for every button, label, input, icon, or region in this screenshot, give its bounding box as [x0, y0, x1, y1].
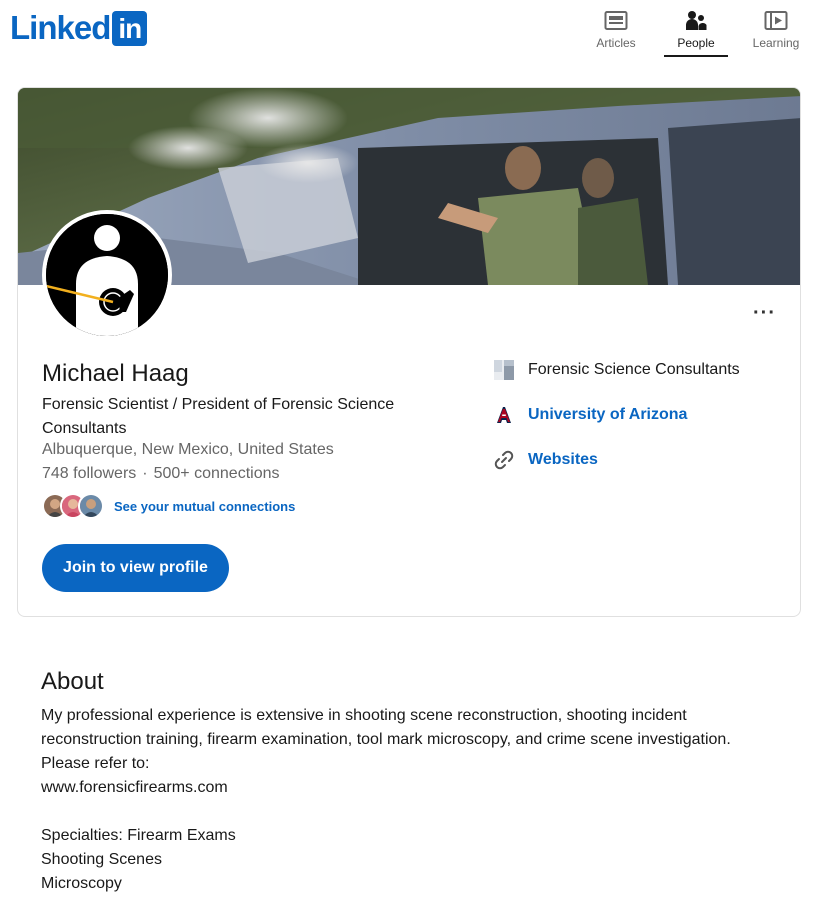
join-to-view-profile-button[interactable]: Join to view profile — [42, 544, 229, 592]
profile-side-info: Forensic Science Consultants University … — [492, 358, 740, 493]
more-options-button[interactable]: ··· — [753, 302, 776, 325]
company-logo-icon — [492, 358, 516, 382]
avatar — [78, 493, 104, 519]
avatar-target-illustration — [46, 214, 168, 336]
current-company[interactable]: Forensic Science Consultants — [492, 358, 740, 382]
logo-text: Linked — [10, 9, 111, 46]
logo-box: in — [112, 10, 148, 46]
current-company-label: Forensic Science Consultants — [528, 361, 740, 378]
nav-people-label: People — [677, 36, 715, 50]
nav-articles[interactable]: Articles — [576, 6, 656, 56]
about-heading: About — [41, 668, 104, 695]
learning-icon — [764, 11, 788, 30]
link-icon — [492, 448, 516, 472]
people-icon — [686, 11, 707, 30]
websites[interactable]: Websites — [492, 448, 740, 472]
profile-avatar[interactable] — [42, 210, 172, 340]
profile-stats: 748 followers · 500+ connections — [42, 465, 279, 483]
nav-learning-label: Learning — [752, 36, 800, 50]
mutual-connections-link[interactable]: See your mutual connections — [114, 499, 295, 514]
education-link[interactable]: University of Arizona — [528, 406, 687, 424]
websites-link[interactable]: Websites — [528, 451, 598, 469]
profile-headline: Forensic Scientist / President of Forens… — [42, 396, 395, 437]
stats-separator: · — [142, 465, 148, 482]
linkedin-logo[interactable]: Linked in — [10, 9, 148, 46]
followers-count: 748 followers — [42, 465, 137, 482]
education[interactable]: University of Arizona — [492, 403, 740, 427]
profile-card: ··· Michael Haag Forensic Scientist / Pr… — [17, 87, 801, 617]
top-nav: Articles People Learning — [576, 6, 816, 57]
university-logo-icon — [492, 403, 516, 427]
nav-articles-label: Articles — [596, 36, 636, 50]
nav-people[interactable]: People — [656, 6, 736, 57]
profile-name: Michael Haag — [42, 360, 189, 387]
articles-icon — [604, 11, 628, 30]
profile-location: Albuquerque, New Mexico, United States — [42, 441, 334, 458]
connections-count: 500+ connections — [153, 465, 280, 482]
mutual-connections[interactable]: See your mutual connections — [42, 493, 295, 519]
mutual-avatars — [42, 493, 104, 519]
about-text: My professional experience is extensive … — [41, 707, 731, 892]
top-header: Linked in Articles People Learning — [0, 0, 816, 60]
nav-learning[interactable]: Learning — [736, 6, 816, 56]
